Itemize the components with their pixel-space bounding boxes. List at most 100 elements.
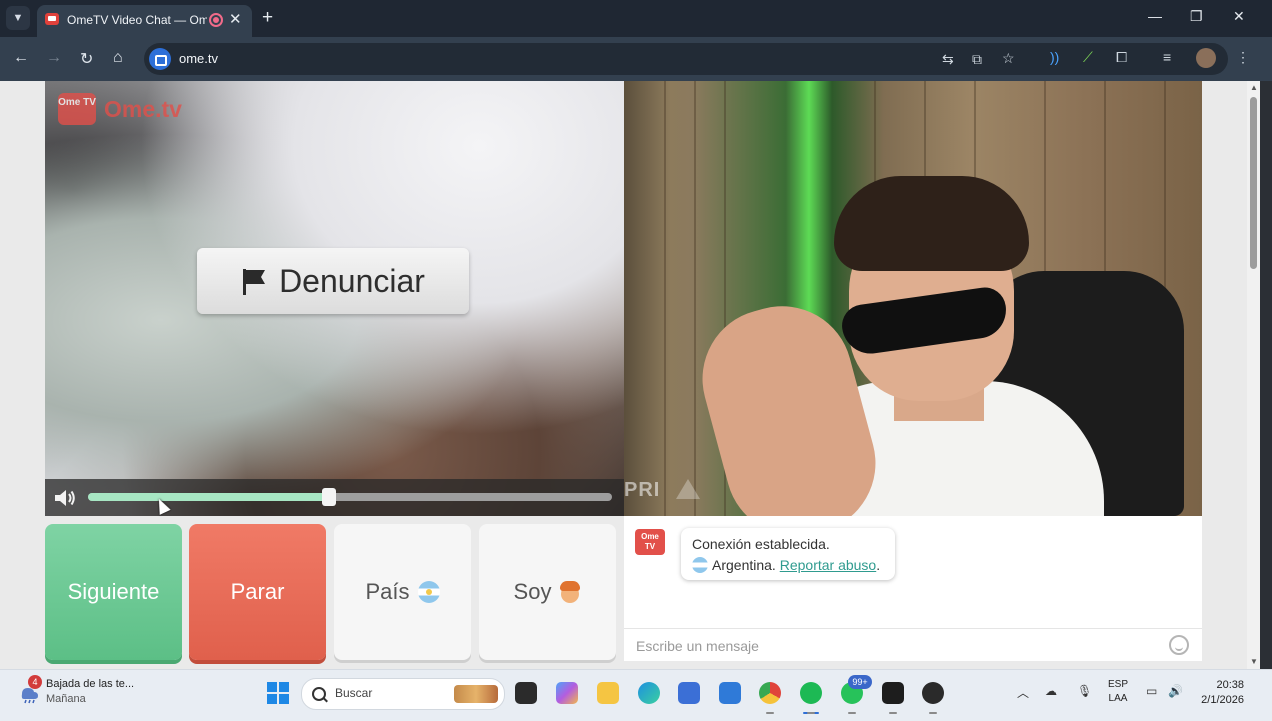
edge-icon[interactable] (638, 682, 660, 704)
person-hair (834, 176, 1029, 271)
taskbar-search-label: Buscar (335, 686, 373, 700)
flag-icon (243, 269, 266, 295)
recorder-icon[interactable] (922, 682, 944, 704)
back-arrow-icon[interactable]: ← (13, 49, 29, 67)
ometv-logo: Ome TV Ome.tv (58, 90, 198, 128)
outlook-icon[interactable] (719, 682, 741, 704)
report-abuse-link[interactable]: Reportar abuso (780, 557, 877, 573)
task-view-icon[interactable] (515, 682, 537, 704)
extension-audio-icon[interactable]: )) (1050, 49, 1059, 65)
report-button-label: Denunciar (279, 262, 425, 299)
chrome-icon[interactable] (759, 682, 781, 704)
gender-button[interactable]: Soy (479, 524, 616, 660)
partner-country: Argentina. (712, 557, 776, 573)
taskbar-search[interactable]: Buscar (301, 678, 505, 710)
connection-status-text: Conexión establecida. (692, 536, 830, 552)
boy-icon (559, 580, 581, 604)
clock-time: 20:38 (1216, 679, 1244, 691)
browser-toolbar: ← → ↻ ⌂ ome.tv ⇆ ⧉ ☆ )) ⟋ ⧠ ≡ ⋮ (0, 37, 1272, 81)
scroll-down-icon[interactable]: ▼ (1250, 657, 1258, 666)
volume-slider[interactable] (88, 488, 612, 506)
emoji-icon[interactable] (1169, 635, 1189, 655)
address-bar[interactable]: ome.tv ⇆ ⧉ ☆ (144, 43, 1228, 75)
install-app-icon[interactable]: ⧉ (972, 51, 982, 68)
weather-badge: 4 (28, 675, 42, 689)
report-button[interactable]: Denunciar (197, 248, 469, 314)
argentina-flag-icon (417, 581, 440, 603)
recording-indicator-icon (209, 13, 223, 27)
country-button[interactable]: País (334, 524, 471, 660)
watermark-text: PRI (624, 479, 661, 501)
onedrive-icon[interactable]: ☁ (1045, 684, 1057, 698)
system-clock[interactable]: 20:38 2/1/2026 (1196, 678, 1244, 708)
country-button-label: País (365, 579, 410, 604)
browser-tab-bar: ▼ OmeTV Video Chat — Ome ✕ + — ❐ ✕ (0, 0, 1272, 37)
profile-avatar[interactable] (1196, 48, 1216, 68)
scrollbar-thumb[interactable] (1250, 97, 1257, 269)
next-button-label: Siguiente (67, 579, 160, 604)
ometv-chat-logo-icon: Ome TV (635, 529, 665, 555)
forward-arrow-icon[interactable]: → (46, 49, 62, 67)
search-icon (312, 687, 326, 701)
stop-button-label: Parar (230, 579, 285, 604)
extension-chart-icon[interactable]: ⟋ (1083, 49, 1093, 66)
store-icon[interactable] (678, 682, 700, 704)
media-control-icon[interactable]: ≡ (1163, 49, 1171, 65)
weather-title[interactable]: Bajada de las te... (46, 678, 134, 690)
volume-icon[interactable] (53, 488, 77, 508)
clock-date: 2/1/2026 (1201, 694, 1244, 706)
bookmark-star-icon[interactable]: ☆ (1002, 50, 1015, 67)
stop-button[interactable]: Parar (189, 524, 326, 660)
spotify-icon[interactable] (800, 682, 822, 704)
whatsapp-badge: 99+ (848, 675, 872, 689)
speaker-icon[interactable]: 🔊 (1168, 684, 1183, 698)
windows-taskbar: 4 Bajada de las te... Mañana Buscar 99+ … (0, 669, 1272, 721)
url-text[interactable]: ome.tv (179, 51, 218, 66)
ometv-logo-text: Ome.tv (104, 96, 182, 122)
window-restore-button[interactable]: ❐ (1190, 8, 1203, 25)
tab-title: OmeTV Video Chat — Ome (67, 13, 207, 27)
search-highlight-image (454, 685, 498, 703)
ometv-logo-icon: Ome TV (58, 93, 96, 125)
windows-start-icon[interactable] (267, 682, 289, 704)
extensions-puzzle-icon[interactable]: ⧠ (1116, 49, 1127, 66)
stranger-video: Ome TV Ome.tv Denunciar (45, 81, 624, 516)
message-input[interactable] (634, 637, 1158, 655)
window-close-button[interactable]: ✕ (1233, 8, 1245, 25)
new-tab-button[interactable]: + (262, 7, 273, 29)
copilot-icon[interactable] (556, 682, 578, 704)
browser-menu-icon[interactable]: ⋮ (1236, 49, 1250, 66)
home-icon[interactable]: ⌂ (113, 49, 123, 67)
self-camera-video: PRI (624, 81, 1202, 516)
chat-input-bar (624, 628, 1202, 662)
volume-slider-fill (88, 493, 330, 501)
tab-search-menu-button[interactable]: ▼ (6, 6, 30, 30)
language-code: ESP (1108, 679, 1129, 690)
video-controls-bar (45, 479, 624, 516)
translate-icon[interactable]: ⇆ (942, 51, 954, 68)
microphone-icon[interactable]: 🎙 (1077, 684, 1092, 698)
file-explorer-icon[interactable] (597, 682, 619, 704)
scroll-up-icon[interactable]: ▲ (1250, 83, 1258, 92)
display-icon[interactable]: ▭ (1146, 684, 1157, 698)
browser-tab[interactable]: OmeTV Video Chat — Ome ✕ (37, 5, 252, 37)
system-message-bubble: Conexión establecida. Argentina. Reporta… (681, 528, 895, 580)
gender-button-label: Soy (513, 579, 552, 604)
country-line: Argentina. Reportar abuso. (692, 557, 880, 573)
adjacent-window-edge (1260, 81, 1272, 669)
tab-close-button[interactable]: ✕ (229, 10, 242, 28)
reload-icon[interactable]: ↻ (80, 49, 93, 69)
site-info-icon[interactable] (149, 48, 171, 70)
window-minimize-button[interactable]: — (1148, 8, 1162, 24)
ometv-favicon-icon (45, 13, 59, 25)
obs-icon[interactable] (882, 682, 904, 704)
weather-subtitle: Mañana (46, 693, 86, 705)
keyboard-layout: LAA (1108, 693, 1128, 704)
page-scrollbar[interactable]: ▲ ▼ (1247, 81, 1260, 669)
next-button[interactable]: Siguiente (45, 524, 182, 660)
chevron-up-icon[interactable]: ︿ (1017, 684, 1029, 701)
volume-slider-handle[interactable] (322, 488, 337, 506)
argentina-flag-icon (692, 557, 708, 573)
report-link-period: . (876, 557, 881, 573)
language-indicator[interactable]: ESP LAA (1108, 678, 1128, 706)
